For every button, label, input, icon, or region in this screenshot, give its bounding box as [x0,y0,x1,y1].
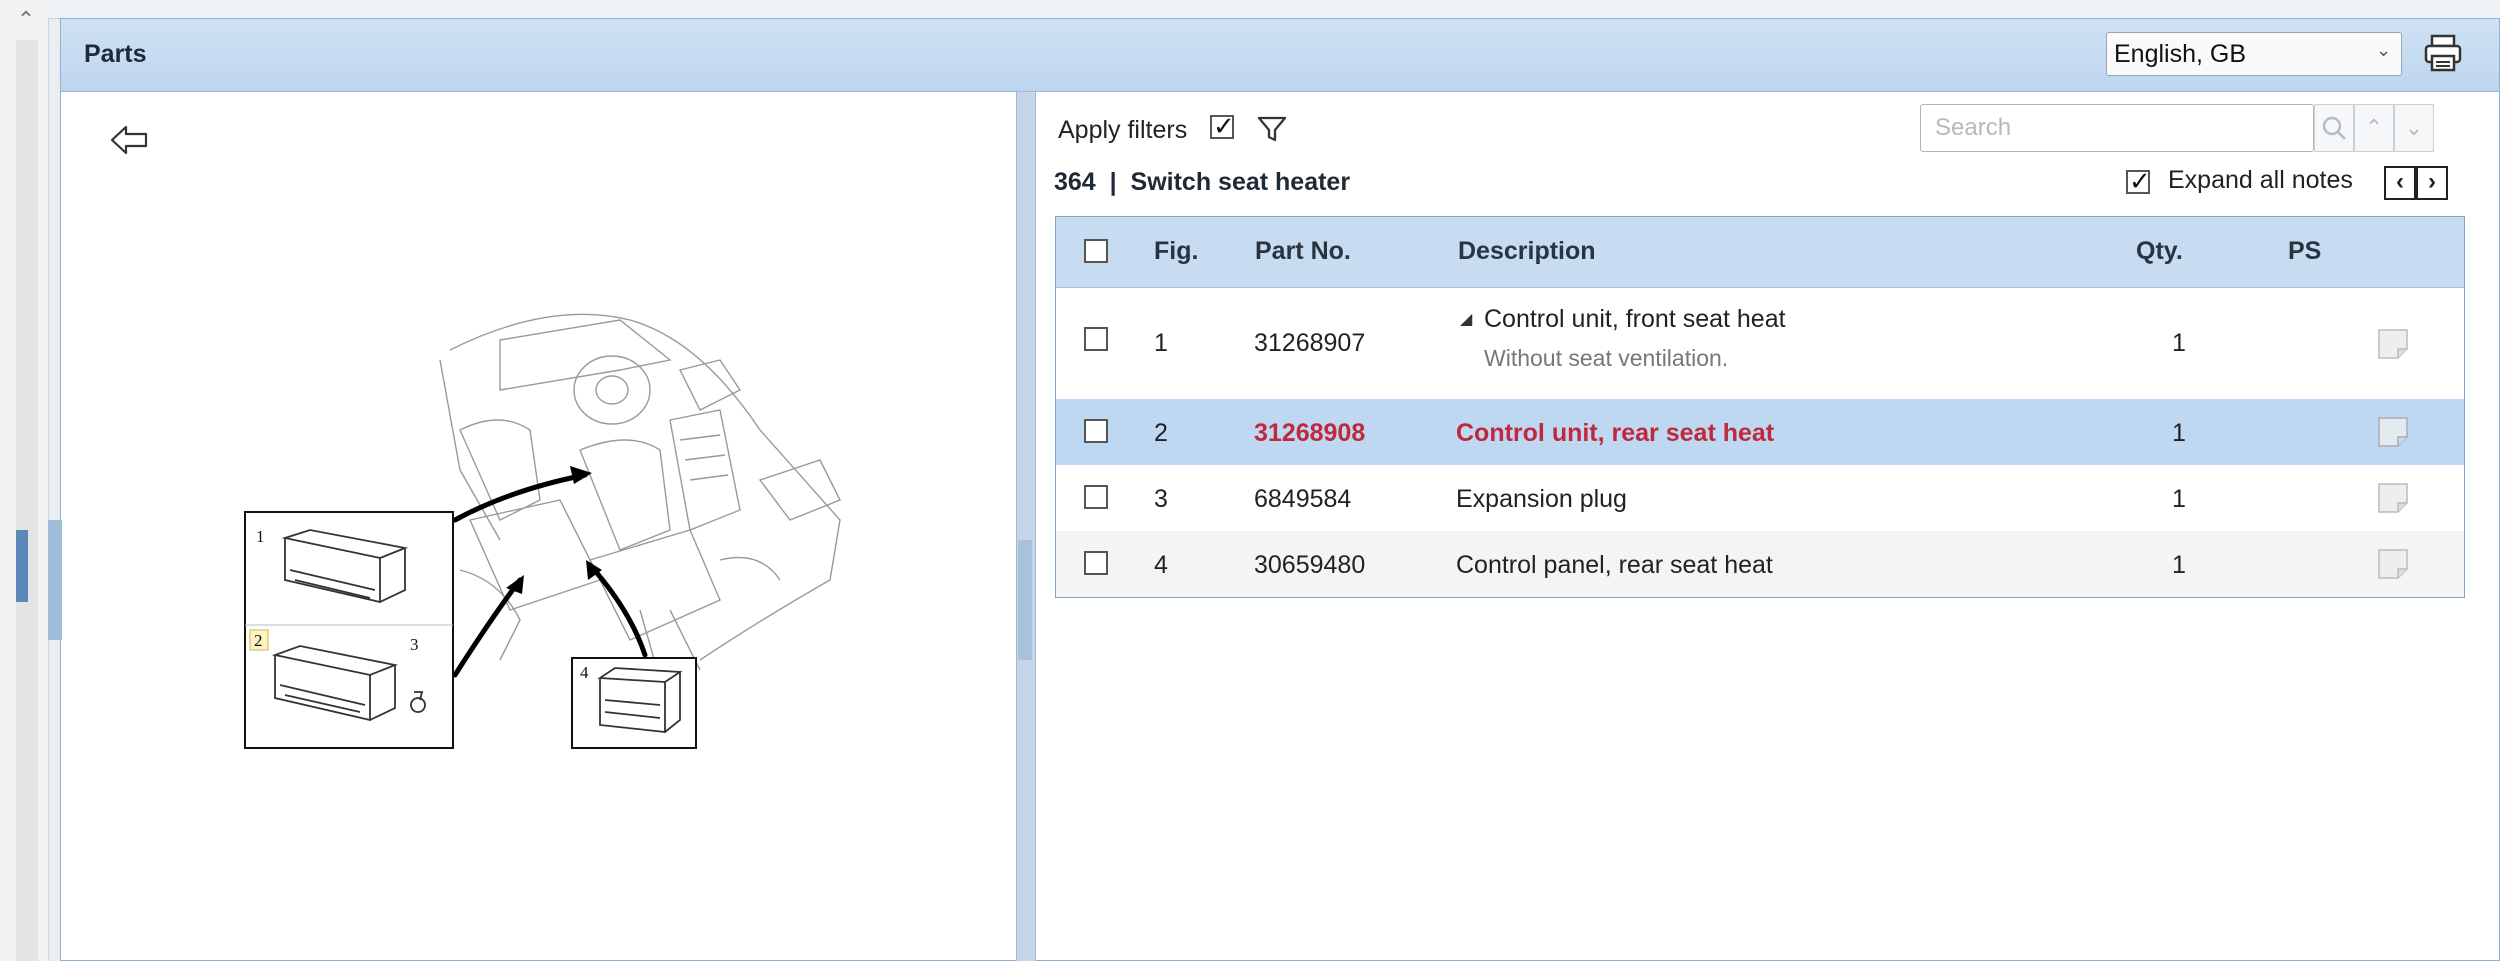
expand-all-notes-label: Expand all notes [2168,166,2353,194]
row-part-no[interactable]: 31268908 [1254,419,1365,448]
column-header-fig[interactable]: Fig. [1154,237,1198,266]
callout-1[interactable]: 1 [256,527,265,546]
left-splitter-handle[interactable] [48,520,62,640]
group-number: 364 [1054,168,1096,196]
apply-filters-label: Apply filters [1058,116,1188,144]
scroll-thumb[interactable] [16,530,28,602]
row-description: Expansion plug [1456,485,1627,513]
row-checkbox[interactable] [1084,485,1108,509]
language-value: English, GB [2114,40,2247,68]
table-row-selected[interactable]: 2 31268908 Control unit, rear seat heat … [1056,399,2464,465]
table-header: Fig. Part No. Description Qty. PS [1056,217,2464,288]
row-description: Control unit, front seat heat [1484,305,1786,333]
chevron-right-icon: › [2428,168,2436,195]
group-heading: 364 | Switch seat heater [1054,168,1350,197]
column-header-qty[interactable]: Qty. [2136,237,2183,266]
table-row[interactable]: 4 30659480 Control panel, rear seat heat… [1056,531,2464,597]
apply-filters-checkbox[interactable] [1210,111,1235,142]
row-checkbox[interactable] [1084,327,1108,351]
search-button[interactable] [2314,104,2354,152]
row-fig: 3 [1154,485,1168,513]
note-icon[interactable] [2376,415,2410,449]
row-checkbox[interactable] [1084,551,1108,575]
group-title: Switch seat heater [1130,168,1351,196]
previous-match-button[interactable]: ⌃ [2354,104,2394,152]
search-input[interactable] [1920,104,2314,152]
row-note: Without seat ventilation. [1484,345,1729,371]
scroll-up-icon[interactable]: ⌃ [14,8,38,32]
chevron-down-icon: ⌄ [2404,115,2424,140]
collapse-triangle-icon[interactable]: ◢ [1460,309,1472,329]
next-match-button[interactable]: ⌄ [2394,104,2434,152]
panel-title: Parts [84,40,147,68]
note-icon[interactable] [2376,327,2410,361]
row-qty: 1 [2172,551,2186,579]
callout-3[interactable]: 3 [410,635,419,654]
row-description: Control unit, rear seat heat [1456,419,1775,447]
row-description: Control panel, rear seat heat [1456,551,1773,579]
previous-note-button[interactable]: ‹ [2384,166,2416,200]
table-row[interactable]: 1 31268907 ◢ Control unit, front seat he… [1056,287,2464,399]
column-header-ps[interactable]: PS [2288,237,2321,266]
row-qty: 1 [2172,329,2186,357]
left-scrollbar-strip: ⌃ [0,0,49,961]
callout-2[interactable]: 2 [254,631,263,650]
exploded-view-diagram: 1 2 3 4 [244,313,841,749]
column-header-description[interactable]: Description [1458,237,1596,266]
row-checkbox[interactable] [1084,419,1108,443]
scroll-track[interactable] [16,40,38,961]
callout-4[interactable]: 4 [580,663,589,682]
row-part-no[interactable]: 31268907 [1254,329,1365,358]
top-band [48,0,2500,19]
back-arrow-icon[interactable] [108,122,152,158]
pane-divider[interactable] [1016,92,1036,961]
row-fig: 2 [1154,419,1168,447]
chevron-up-icon: ⌃ [2364,115,2384,140]
note-icon[interactable] [2376,547,2410,581]
chevron-left-icon: ‹ [2396,168,2404,195]
select-all-checkbox[interactable] [1084,239,1108,263]
row-part-no[interactable]: 6849584 [1254,485,1351,514]
printer-icon[interactable] [2422,32,2464,74]
filter-icon[interactable] [1256,114,1288,144]
search-icon [2322,116,2346,140]
next-note-button[interactable]: › [2416,166,2448,200]
row-qty: 1 [2172,485,2186,513]
expand-all-notes-checkbox[interactable] [2126,166,2151,197]
row-fig: 4 [1154,551,1168,579]
group-separator: | [1109,168,1117,196]
parts-table: Fig. Part No. Description Qty. PS 1 3126… [1055,216,2465,598]
note-icon[interactable] [2376,481,2410,515]
column-header-part-no[interactable]: Part No. [1255,237,1351,266]
row-fig: 1 [1154,329,1168,357]
row-qty: 1 [2172,419,2186,447]
table-row[interactable]: 3 6849584 Expansion plug 1 [1056,465,2464,531]
chevron-down-icon[interactable]: ⌄ [2376,40,2391,61]
pane-divider-handle[interactable] [1018,540,1032,660]
row-part-no[interactable]: 30659480 [1254,551,1365,580]
